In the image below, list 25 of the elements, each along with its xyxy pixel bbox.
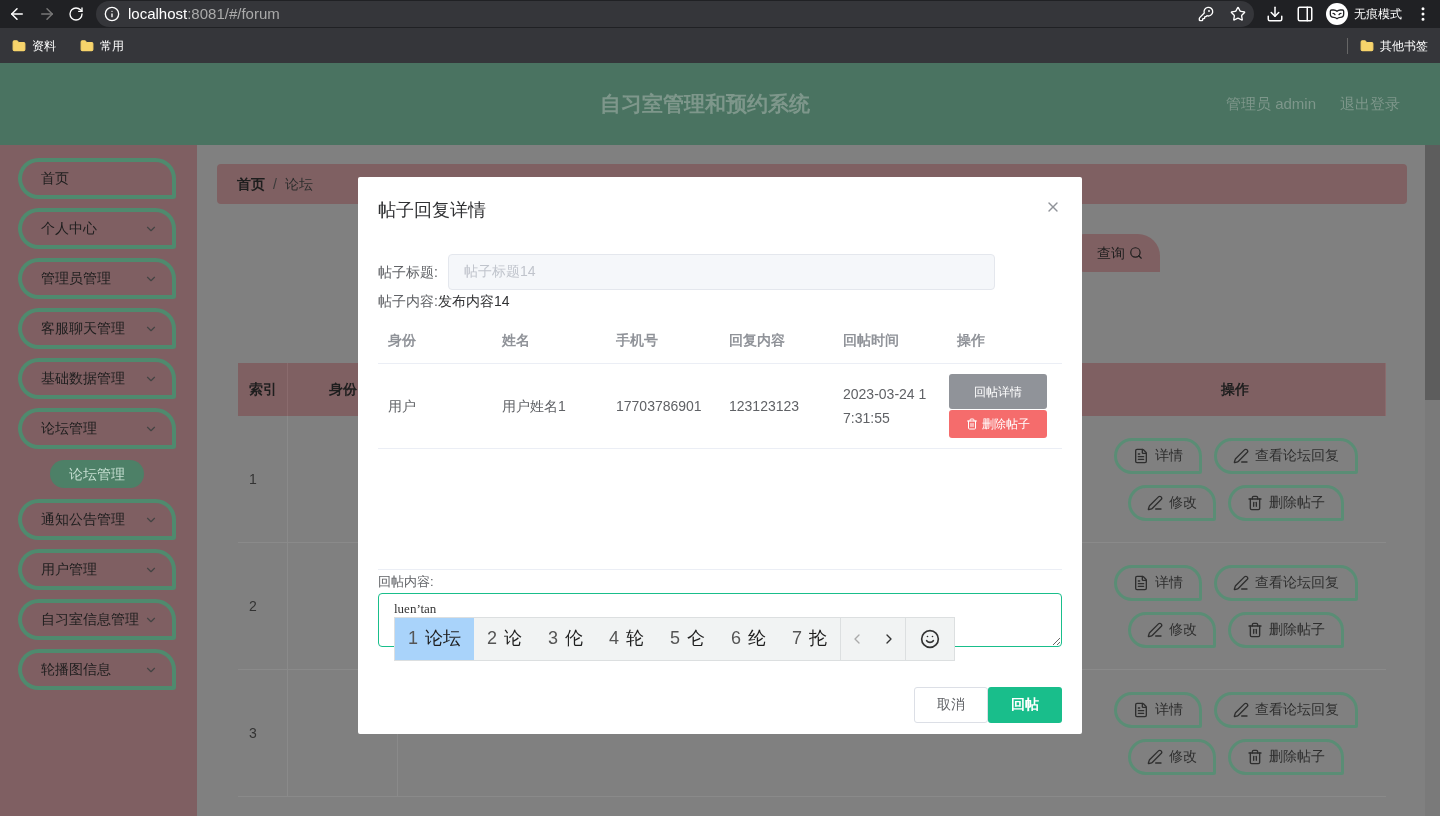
table-cell: 17703786901: [616, 397, 702, 414]
table-cell-text: 2023-03-24 17:31:55: [843, 385, 928, 428]
column-header: 身份: [388, 332, 416, 348]
field-label: 回帖内容:: [378, 573, 435, 591]
column-header: 索引: [249, 380, 277, 399]
dialog-title: 帖子回复详情: [378, 199, 487, 222]
post-content: 帖子内容:发布内容14: [378, 292, 511, 311]
column-header: 操作: [1221, 380, 1249, 399]
breadcrumb-separator: /: [273, 174, 277, 194]
index-cell-text: 2: [249, 596, 257, 616]
column-header: 姓名: [502, 332, 530, 348]
column-header: 回复内容: [729, 332, 785, 348]
url-host: localhost: [128, 3, 188, 24]
column-header: 手机号: [616, 332, 658, 348]
column-header: 回帖时间: [843, 332, 899, 348]
table-cell: 用户: [388, 397, 416, 414]
url-path: :8081/#/forum: [187, 3, 280, 24]
index-cell-text: 3: [249, 723, 257, 743]
table-cell: 123123123: [729, 397, 800, 414]
field-label: 帖子标题:: [378, 262, 439, 282]
column-header: 身份: [328, 380, 357, 399]
profile-label: 无痕模式: [1354, 6, 1402, 23]
index-cell-text: 1: [249, 469, 257, 489]
column-header: 操作: [957, 332, 985, 348]
table-cell: 用户姓名1: [502, 397, 566, 414]
